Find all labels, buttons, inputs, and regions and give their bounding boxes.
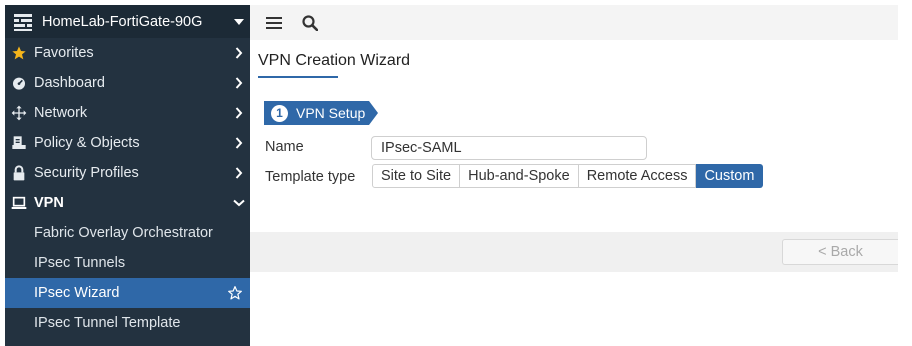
- wizard-step-indicator: 1 VPN Setup: [264, 101, 379, 125]
- sidebar-item-label: Favorites: [34, 45, 94, 61]
- chevron-right-icon: [228, 167, 250, 179]
- chevron-right-icon: [228, 47, 250, 59]
- lock-icon: [10, 164, 28, 182]
- page-title-underline: [258, 76, 338, 78]
- step-label: VPN Setup: [296, 105, 366, 121]
- chevron-right-icon: [228, 77, 250, 89]
- wizard-step-body: 1 VPN Setup: [264, 101, 370, 125]
- template-type-label: Template type: [265, 169, 356, 185]
- sidebar-item-vpn[interactable]: VPN: [5, 188, 250, 218]
- sidebar-item-label: Policy & Objects: [34, 135, 140, 151]
- back-button[interactable]: < Back: [782, 239, 898, 265]
- step-number-badge: 1: [271, 104, 288, 122]
- chevron-right-icon: [228, 137, 250, 149]
- search-icon[interactable]: [298, 11, 322, 35]
- device-selector[interactable]: HomeLab-FortiGate-90G: [5, 5, 250, 38]
- top-toolbar: [250, 5, 898, 40]
- sidebar-item-label: Dashboard: [34, 75, 105, 91]
- chevron-right-icon: [228, 107, 250, 119]
- sidebar: HomeLab-FortiGate-90G Favorites Dashboar…: [5, 5, 250, 346]
- caret-down-icon[interactable]: [228, 18, 250, 25]
- star-icon: [10, 44, 28, 62]
- sidebar-subitem-label: IPsec Tunnel Template: [34, 315, 181, 331]
- sidebar-subitem-label: IPsec Tunnels: [34, 255, 126, 271]
- sidebar-item-dashboard[interactable]: Dashboard: [5, 68, 250, 98]
- dashboard-gauge-icon: [10, 74, 28, 92]
- page-title: VPN Creation Wizard: [258, 52, 411, 69]
- template-option-hub-and-spoke[interactable]: Hub-and-Spoke: [460, 164, 579, 188]
- sidebar-item-favorites[interactable]: Favorites: [5, 38, 250, 68]
- device-name: HomeLab-FortiGate-90G: [42, 13, 203, 30]
- favorite-star-outline-icon[interactable]: [220, 285, 250, 301]
- sidebar-item-policy-objects[interactable]: Policy & Objects: [5, 128, 250, 158]
- sidebar-item-network[interactable]: Network: [5, 98, 250, 128]
- network-arrows-icon: [10, 104, 28, 122]
- sidebar-item-label: Security Profiles: [34, 165, 139, 181]
- name-label: Name: [265, 139, 304, 155]
- fortigate-logo-icon: [14, 13, 32, 31]
- template-option-remote-access[interactable]: Remote Access: [578, 164, 697, 188]
- chevron-down-icon: [228, 199, 250, 207]
- sidebar-subitem-label: IPsec Wizard: [34, 285, 120, 301]
- sidebar-subitem-ipsec-tunnel-template[interactable]: IPsec Tunnel Template: [5, 308, 250, 338]
- sidebar-subitem-ipsec-wizard[interactable]: IPsec Wizard: [5, 278, 250, 308]
- policy-document-icon: [10, 134, 28, 152]
- template-option-site-to-site[interactable]: Site to Site: [372, 164, 461, 188]
- sidebar-item-label: VPN: [34, 195, 64, 211]
- step-arrow-shape: [369, 101, 379, 125]
- sidebar-item-security-profiles[interactable]: Security Profiles: [5, 158, 250, 188]
- name-input[interactable]: [371, 136, 647, 160]
- laptop-icon: [10, 194, 28, 212]
- sidebar-item-label: Network: [34, 105, 88, 121]
- sidebar-subitem-ipsec-tunnels[interactable]: IPsec Tunnels: [5, 248, 250, 278]
- template-type-selector: Site to Site Hub-and-Spoke Remote Access…: [372, 164, 764, 188]
- hamburger-menu-icon[interactable]: [262, 11, 286, 35]
- template-option-custom[interactable]: Custom: [696, 164, 764, 188]
- sidebar-subitem-fabric-overlay-orchestrator[interactable]: Fabric Overlay Orchestrator: [5, 218, 250, 248]
- sidebar-subitem-label: Fabric Overlay Orchestrator: [34, 225, 213, 241]
